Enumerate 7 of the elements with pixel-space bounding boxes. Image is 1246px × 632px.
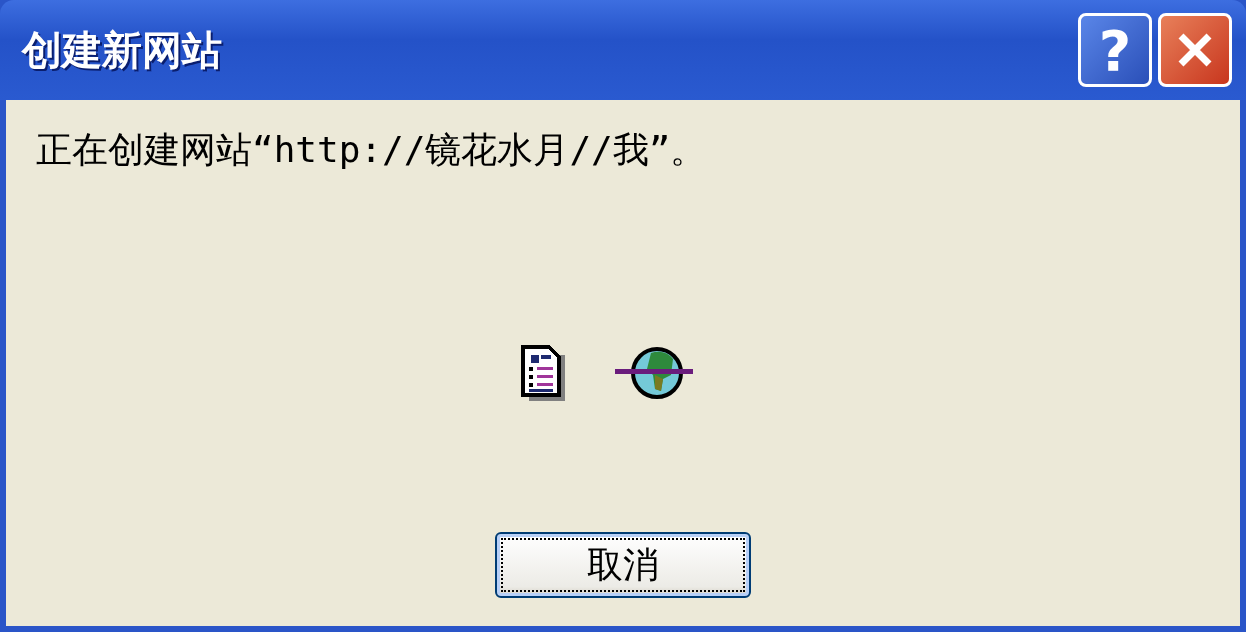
status-message: 正在创建网站“http://镜花水月//我”。 [35, 128, 708, 172]
window-title: 创建新网站 [22, 25, 222, 75]
cancel-button[interactable]: 取消 [495, 532, 751, 598]
close-button[interactable] [1158, 13, 1232, 87]
document-icon [521, 345, 565, 401]
globe-icon [615, 345, 695, 401]
help-button[interactable]: ? [1078, 13, 1152, 87]
